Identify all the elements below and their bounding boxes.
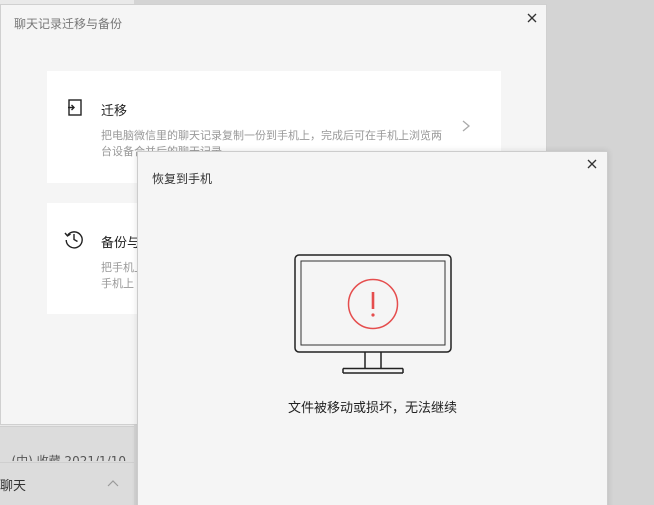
dialog-title: 聊天记录迁移与备份 bbox=[14, 17, 123, 31]
dialog-title: 恢复到手机 bbox=[152, 172, 213, 186]
restore-to-phone-dialog: 恢复到手机 文件被移动或损坏，无法继续 bbox=[137, 151, 608, 505]
background-chat-row[interactable]: 聊天 bbox=[0, 462, 134, 505]
error-message: 文件被移动或损坏，无法继续 bbox=[287, 401, 457, 416]
background-chat-label: 聊天 bbox=[0, 479, 27, 494]
monitor-error-icon bbox=[294, 254, 452, 374]
alert-icon bbox=[347, 278, 399, 330]
background-partial-text: ...(中) 收藏 2021/1/10 bbox=[0, 454, 126, 461]
chevron-up-icon[interactable] bbox=[106, 477, 120, 491]
chevron-right-icon bbox=[462, 120, 471, 132]
close-icon bbox=[587, 159, 597, 169]
close-button[interactable] bbox=[524, 10, 540, 26]
close-icon bbox=[527, 13, 537, 23]
history-icon bbox=[64, 231, 83, 249]
desktop: ...(中) 收藏 2021/1/10 聊天 聊天记录迁移与备份 迁移 把电脑微… bbox=[0, 0, 654, 505]
migrate-icon bbox=[65, 99, 82, 116]
close-button[interactable] bbox=[584, 156, 600, 172]
card-title: 迁移 bbox=[101, 104, 128, 119]
